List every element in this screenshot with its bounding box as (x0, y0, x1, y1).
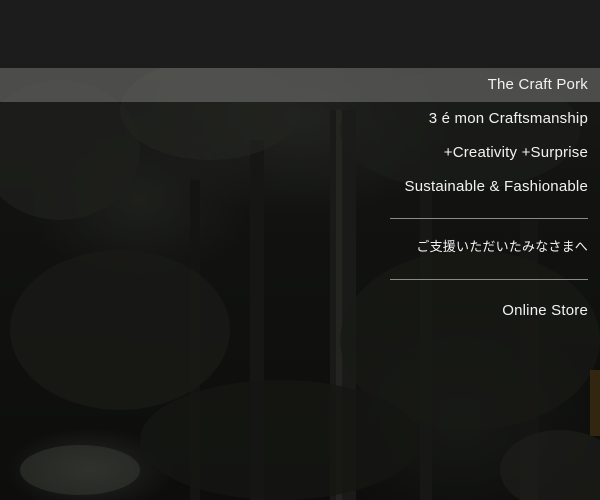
menu-item-creativity-surprise[interactable]: +Creativity +Surprise (328, 136, 588, 170)
menu-item-the-craft-pork[interactable]: The Craft Pork (328, 68, 588, 102)
navigation-menu: The Craft Pork 3 é mon Craftsmanship +Cr… (328, 68, 588, 328)
menu-item-craftsmanship[interactable]: 3 é mon Craftsmanship (328, 102, 588, 136)
menu-item-online-store[interactable]: Online Store (328, 294, 588, 328)
page: The Craft Pork 3 é mon Craftsmanship +Cr… (0, 0, 600, 500)
side-tab[interactable] (590, 370, 600, 436)
menu-item-supporters-message[interactable]: ご支援いただいたみなさまへ (328, 231, 588, 265)
top-header-bar (0, 0, 600, 68)
menu-item-sustainable-fashionable[interactable]: Sustainable & Fashionable (328, 170, 588, 204)
